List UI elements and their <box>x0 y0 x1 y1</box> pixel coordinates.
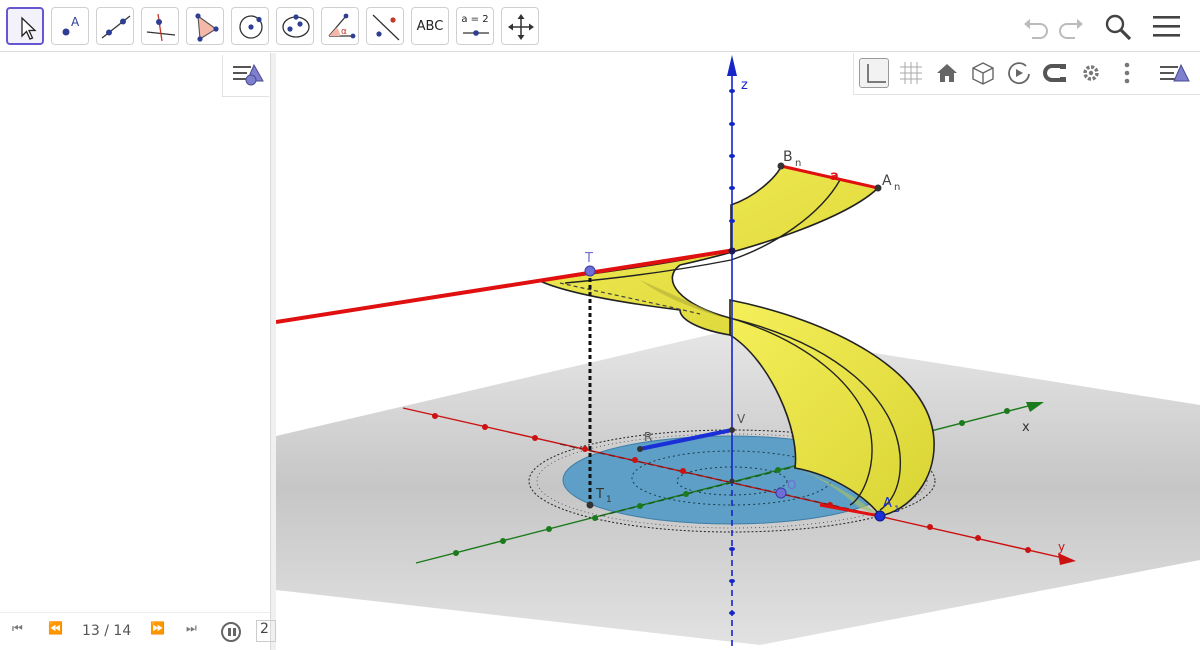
text-tool-button[interactable]: ABC <box>411 7 449 45</box>
point-a1[interactable] <box>874 510 886 522</box>
axis-label-x: x <box>1022 420 1030 435</box>
search-button[interactable] <box>1101 10 1135 44</box>
undo-button[interactable] <box>1018 10 1052 44</box>
axis-label-z: z <box>741 78 748 93</box>
text-tool-label: ABC <box>416 18 444 34</box>
label-an-sub: n <box>894 182 900 193</box>
label-segment-a: a <box>830 169 839 184</box>
svg-text:α: α <box>341 27 347 37</box>
label-t1-sub: 1 <box>606 495 612 505</box>
label-a1: A <box>883 496 892 511</box>
graphics-3d-view[interactable]: z x y B n A n a T T 1 R V O A 1 <box>276 53 1200 650</box>
toggle-axes-button[interactable] <box>859 58 889 88</box>
conic-tool-button[interactable] <box>276 7 314 45</box>
reflect-tool-button[interactable] <box>366 7 404 45</box>
speed-field[interactable]: 2 <box>256 620 276 642</box>
next-slide-button[interactable]: ⏩ <box>150 621 165 635</box>
style-bar-icon <box>233 63 264 86</box>
point-an[interactable] <box>874 184 882 192</box>
label-t: T <box>584 251 593 266</box>
home-icon <box>937 64 957 82</box>
point-t[interactable] <box>584 265 596 277</box>
label-t1: T <box>595 487 604 502</box>
projection-icon <box>1043 64 1066 82</box>
perpendicular-line-icon <box>146 13 176 42</box>
rotate-view-button[interactable] <box>1004 58 1034 88</box>
view-cube-button[interactable] <box>968 58 998 88</box>
slider-tool-button[interactable]: a = 2 <box>456 7 494 45</box>
move-tool-button[interactable] <box>6 7 44 45</box>
polygon-tool-button[interactable] <box>186 7 224 45</box>
reflect-icon <box>372 14 400 41</box>
point-icon: A <box>62 15 80 36</box>
toggle-grid-button[interactable] <box>896 58 926 88</box>
label-r: R <box>644 430 652 444</box>
previous-slide-button[interactable]: ⏪ <box>48 621 63 635</box>
point-r[interactable] <box>637 446 643 452</box>
point-o[interactable] <box>775 487 787 499</box>
last-slide-button[interactable]: ⏭ <box>186 621 197 636</box>
move-view-tool-button[interactable] <box>501 7 539 45</box>
undo-icon <box>1024 19 1048 39</box>
point-v[interactable] <box>729 427 735 433</box>
label-bn-sub: n <box>795 158 801 169</box>
angle-tool-button[interactable]: α <box>321 7 359 45</box>
cursor-arrow-icon <box>21 16 37 40</box>
more-icon <box>1124 62 1130 84</box>
graphics-settings-button[interactable] <box>1076 58 1106 88</box>
algebra-style-bar-button[interactable] <box>222 55 269 97</box>
redo-icon <box>1059 19 1083 39</box>
move-arrows-icon <box>508 14 534 40</box>
z-axis-arrow <box>727 55 737 76</box>
menu-icon <box>1153 16 1180 37</box>
style-bar-icon <box>1160 63 1190 82</box>
menu-button[interactable] <box>1150 10 1184 44</box>
rotate-icon <box>1008 62 1030 85</box>
pause-button[interactable] <box>221 622 241 642</box>
ellipse-icon <box>282 14 310 38</box>
gear-icon <box>1083 65 1099 81</box>
projection-button[interactable] <box>1040 58 1070 88</box>
line-tool-button[interactable] <box>96 7 134 45</box>
grid-icon <box>900 62 922 84</box>
label-an: A <box>882 173 892 189</box>
angle-icon: α <box>328 13 356 39</box>
label-v: V <box>737 412 746 426</box>
search-icon <box>1105 14 1132 41</box>
more-options-button[interactable] <box>1112 58 1142 88</box>
slide-counter: 13 / 14 <box>82 623 132 639</box>
point-tool-button[interactable]: A <box>51 7 89 45</box>
first-slide-button[interactable]: ⏮ <box>12 621 23 636</box>
label-o: O <box>787 478 796 492</box>
perpendicular-line-tool-button[interactable] <box>141 7 179 45</box>
graphics-style-bar <box>853 53 1200 95</box>
line-icon <box>101 15 131 39</box>
circle-icon <box>239 15 263 39</box>
origin-point <box>729 478 735 484</box>
slide-player: ⏮ ⏪ 13 / 14 ⏩ ⏭ 2 <box>0 612 276 650</box>
point-t1[interactable] <box>586 501 594 509</box>
svg-text:A: A <box>71 15 80 29</box>
graphics-style-bar-toggle[interactable] <box>1154 58 1194 88</box>
algebra-panel <box>0 53 270 650</box>
axes-icon <box>867 64 886 83</box>
home-view-button[interactable] <box>932 58 962 88</box>
polygon-icon <box>195 13 219 42</box>
cube-icon <box>972 62 994 85</box>
main-toolbar: A α ABC a = 2 <box>0 0 1200 52</box>
redo-button[interactable] <box>1055 10 1089 44</box>
circle-tool-button[interactable] <box>231 7 269 45</box>
slider-tool-label: a = 2 <box>461 14 489 25</box>
label-a1-sub: 1 <box>894 505 900 515</box>
point-on-z[interactable] <box>728 247 736 255</box>
axis-label-y: y <box>1058 540 1065 554</box>
label-bn: B <box>783 149 793 165</box>
